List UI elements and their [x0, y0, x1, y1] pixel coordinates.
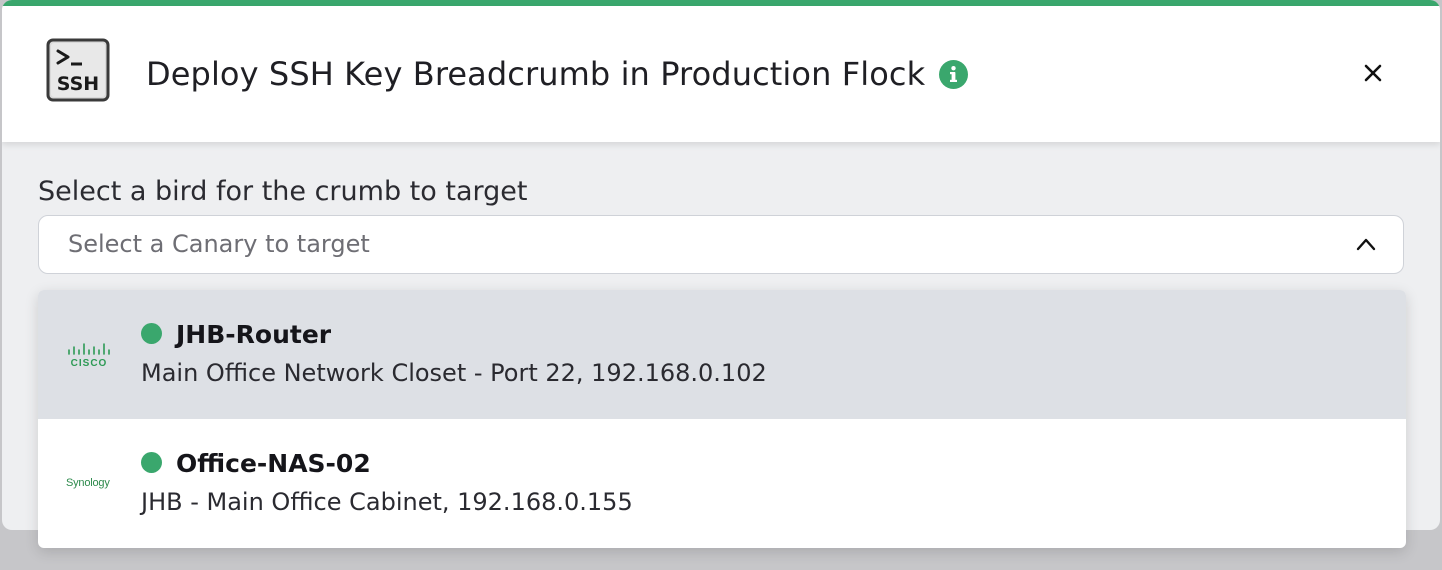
- cisco-logo-icon: CISCO: [68, 343, 110, 369]
- ssh-terminal-icon: SSH: [46, 38, 110, 102]
- dialog-header: SSH Deploy SSH Key Breadcrumb in Product…: [2, 6, 1440, 142]
- option-name: JHB-Router: [176, 320, 332, 349]
- synology-logo-icon: Synology: [66, 477, 110, 489]
- chevron-up-icon: [1356, 238, 1376, 251]
- canary-option-office-nas-02[interactable]: Synology Office-NAS-02 JHB - Main Office…: [38, 419, 1406, 548]
- close-icon: [1364, 64, 1382, 82]
- status-online-dot: [141, 323, 162, 344]
- option-detail: Main Office Network Closet - Port 22, 19…: [141, 359, 767, 387]
- canary-select-placeholder: Select a Canary to target: [68, 230, 370, 258]
- target-bird-label: Select a bird for the crumb to target: [38, 176, 528, 207]
- info-icon[interactable]: [939, 59, 969, 89]
- option-name: Office-NAS-02: [176, 449, 371, 478]
- canary-options-list: CISCO JHB-Router Main Office Network Clo…: [38, 290, 1406, 548]
- canary-option-jhb-router[interactable]: CISCO JHB-Router Main Office Network Clo…: [38, 290, 1406, 419]
- option-detail: JHB - Main Office Cabinet, 192.168.0.155: [141, 488, 633, 516]
- dialog-title-row: Deploy SSH Key Breadcrumb in Production …: [146, 46, 969, 102]
- close-button[interactable]: [1358, 58, 1388, 88]
- dialog-title: Deploy SSH Key Breadcrumb in Production …: [146, 55, 926, 93]
- status-online-dot: [141, 452, 162, 473]
- canary-select[interactable]: Select a Canary to target: [38, 215, 1404, 274]
- svg-text:SSH: SSH: [57, 73, 99, 95]
- svg-text:CISCO: CISCO: [71, 358, 108, 369]
